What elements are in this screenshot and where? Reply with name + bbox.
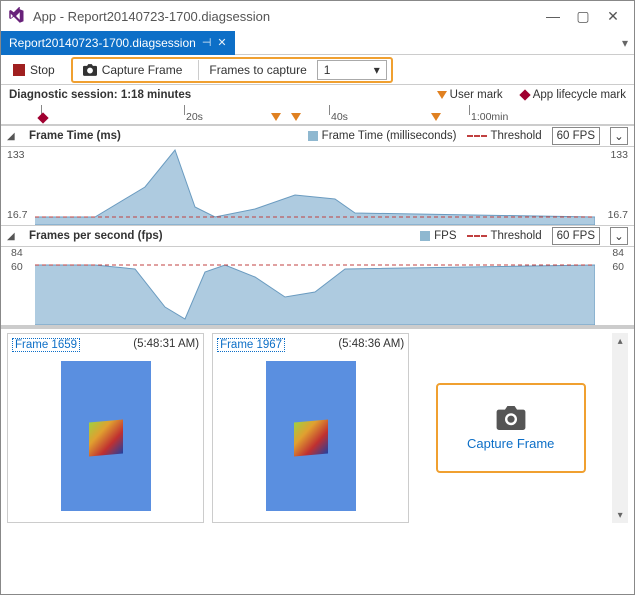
chart1-collapse-icon[interactable]: ◢	[7, 131, 19, 142]
frames-to-capture-input[interactable]: 1 ▾	[317, 60, 387, 80]
chart1-threshold-legend: Threshold	[467, 130, 542, 142]
tab-close-icon[interactable]: ✕	[217, 36, 226, 49]
frame-card-2[interactable]: Frame 1967 (5:48:36 AM)	[212, 333, 409, 523]
minimize-button[interactable]: —	[538, 5, 568, 27]
stop-button[interactable]: Stop	[7, 59, 61, 81]
frame-link-2[interactable]: Frame 1967	[217, 338, 285, 352]
chart2-threshold-legend: Threshold	[467, 230, 542, 242]
ruler-tick-20s: 20s	[186, 111, 203, 123]
user-mark-1[interactable]	[271, 113, 281, 121]
dropdown-icon: ▾	[374, 63, 380, 77]
frames-value: 1	[324, 63, 331, 77]
capture-frame-label: Capture Frame	[467, 436, 554, 451]
chart1-fps-dropdown-icon[interactable]: ⌄	[610, 127, 628, 145]
app-mark-legend: App lifecycle mark	[521, 89, 626, 101]
chart1-title: Frame Time (ms)	[29, 130, 298, 142]
camera-icon	[83, 64, 97, 76]
capture-label: Capture Frame	[102, 63, 183, 77]
toolbar: Stop Capture Frame Frames to capture 1 ▾	[1, 55, 634, 85]
fps-chart[interactable]: 84 60 84 60	[1, 247, 634, 325]
chart2-fps-dropdown-icon[interactable]: ⌄	[610, 227, 628, 245]
frame-thumb-1	[12, 356, 199, 516]
chart2-title: Frames per second (fps)	[29, 230, 410, 242]
chart2-header: ◢ Frames per second (fps) FPS Threshold …	[1, 225, 634, 247]
user-mark-2[interactable]	[291, 113, 301, 121]
camera-icon	[496, 406, 526, 430]
frame-time-2: (5:48:36 AM)	[338, 338, 404, 352]
chart1-series-legend: Frame Time (milliseconds)	[308, 130, 457, 142]
ruler-tick-60s: 1:00min	[471, 111, 508, 123]
chart2-fps-select[interactable]: 60 FPS	[552, 227, 600, 245]
frame-time-1: (5:48:31 AM)	[133, 338, 199, 352]
user-mark-icon	[437, 91, 447, 99]
maximize-button[interactable]: ▢	[568, 5, 598, 27]
ruler-tick-40s: 40s	[331, 111, 348, 123]
diagnostic-info-row: Diagnostic session: 1:18 minutes User ma…	[1, 85, 634, 105]
chart1-fps-select[interactable]: 60 FPS	[552, 127, 600, 145]
close-button[interactable]: ✕	[598, 5, 628, 27]
chart2-plot	[35, 247, 595, 325]
document-tabbar: Report20140723-1700.diagsession ⊣ ✕ ▾	[1, 31, 634, 55]
chart1-plot	[35, 147, 595, 225]
frame-link-1[interactable]: Frame 1659	[12, 338, 80, 352]
tabbar-menu-icon[interactable]: ▾	[622, 36, 634, 50]
frames-scrollbar[interactable]: ▴ ▾	[612, 333, 628, 523]
scroll-up-icon[interactable]: ▴	[618, 333, 623, 349]
timeline-ruler[interactable]: 20s 40s 1:00min	[1, 105, 634, 125]
user-mark-legend: User mark	[437, 89, 503, 101]
capture-toolbar-highlight: Capture Frame Frames to capture 1 ▾	[71, 57, 393, 83]
app-mark-icon	[519, 89, 530, 100]
capture-frame-tile[interactable]: Capture Frame	[436, 383, 586, 473]
frame-thumb-2	[217, 356, 404, 516]
stop-label: Stop	[30, 63, 55, 77]
titlebar: App - Report20140723-1700.diagsession — …	[1, 1, 634, 31]
captured-frames-strip: Frame 1659 (5:48:31 AM) Frame 1967 (5:48…	[1, 325, 634, 527]
capture-frame-card: Capture Frame	[417, 333, 604, 523]
app-mark-1[interactable]	[37, 112, 48, 123]
capture-frame-button[interactable]: Capture Frame	[77, 59, 189, 81]
toolbar-divider	[198, 60, 199, 80]
stop-icon	[13, 64, 25, 76]
chart1-header: ◢ Frame Time (ms) Frame Time (millisecon…	[1, 125, 634, 147]
frame-card-1[interactable]: Frame 1659 (5:48:31 AM)	[7, 333, 204, 523]
diagnostic-session-label: Diagnostic session: 1:18 minutes	[9, 89, 191, 101]
tab-label: Report20140723-1700.diagsession	[9, 36, 196, 50]
frames-to-capture-label: Frames to capture	[209, 63, 306, 77]
vs-logo-icon	[7, 7, 25, 25]
window-title: App - Report20140723-1700.diagsession	[33, 9, 538, 24]
user-mark-3[interactable]	[431, 113, 441, 121]
chart2-series-legend: FPS	[420, 230, 456, 242]
frame-time-chart[interactable]: 133 16.7 133 16.7	[1, 147, 634, 225]
pin-icon[interactable]: ⊣	[202, 36, 212, 49]
chart2-collapse-icon[interactable]: ◢	[7, 231, 19, 242]
document-tab[interactable]: Report20140723-1700.diagsession ⊣ ✕	[1, 31, 235, 55]
scroll-down-icon[interactable]: ▾	[618, 507, 623, 523]
